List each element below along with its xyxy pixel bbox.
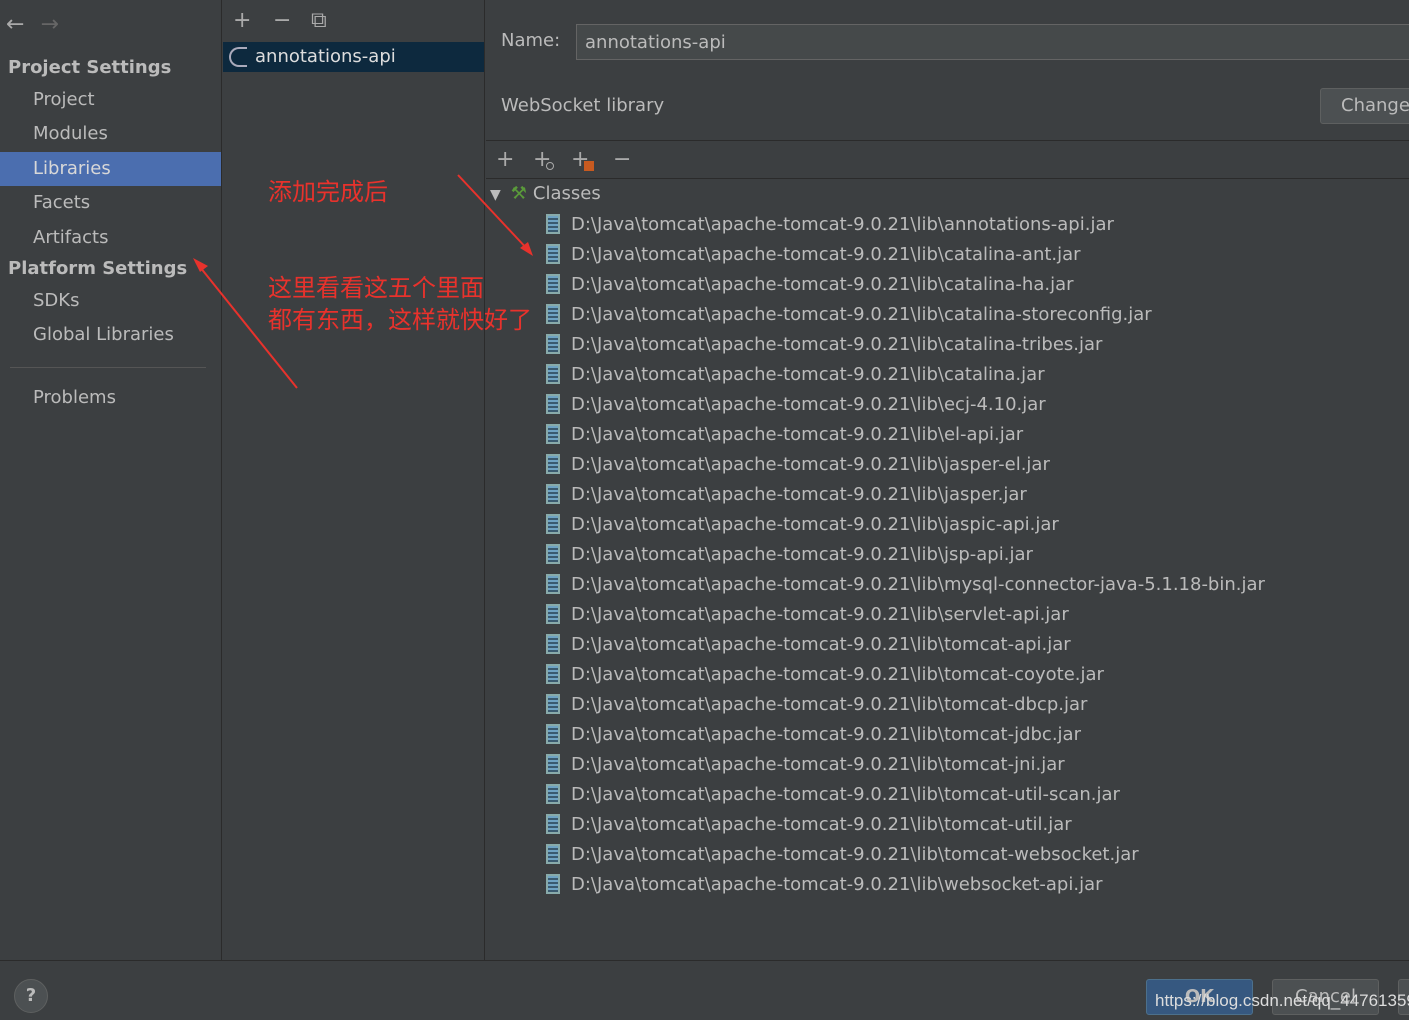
arrowhead-icon bbox=[193, 258, 208, 272]
annotation-arrows bbox=[193, 174, 533, 389]
dialog-footer: ? OK Cancel https://blog.csdn.net/qq_447… bbox=[0, 960, 1409, 1020]
watermark: https://blog.csdn.net/qq_44761359 bbox=[1155, 991, 1409, 1010]
arrow-to-sidebar bbox=[195, 261, 298, 389]
arrow-to-jars bbox=[457, 174, 531, 253]
help-button[interactable]: ? bbox=[14, 979, 48, 1013]
